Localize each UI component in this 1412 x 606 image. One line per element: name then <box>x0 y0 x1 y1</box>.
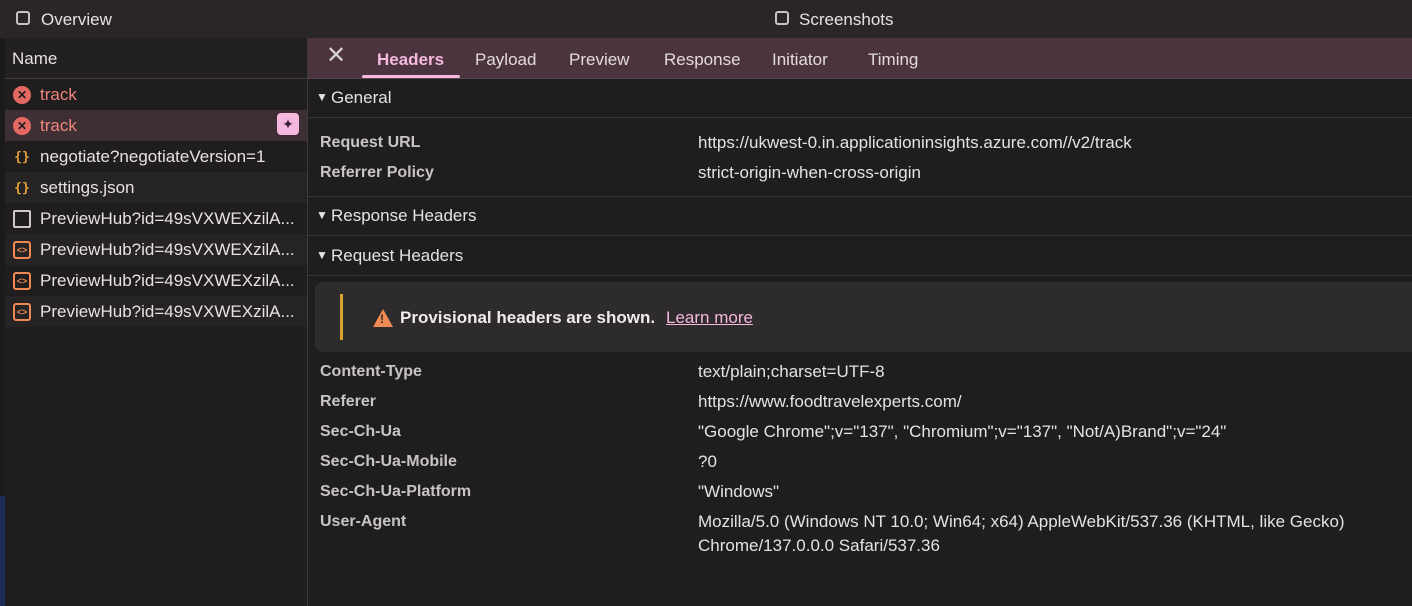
name-column-label: Name <box>12 49 58 68</box>
header-value: strict-origin-when-cross-origin <box>698 163 921 182</box>
ai-assistance-icon[interactable]: ✦ <box>277 113 299 135</box>
provisional-headers-warning: ! Provisional headers are shown. Learn m… <box>315 282 1412 352</box>
request-name: PreviewHub?id=49sVXWEXzilA... <box>40 209 295 228</box>
websocket-icon: <> <box>13 241 31 259</box>
request-row[interactable]: <> PreviewHub?id=49sVXWEXzilA... <box>5 296 307 327</box>
header-value: Mozilla/5.0 (Windows NT 10.0; Win64; x64… <box>698 512 1345 531</box>
header-key: Referer <box>320 393 377 410</box>
request-row[interactable]: PreviewHub?id=49sVXWEXzilA... <box>5 203 307 234</box>
active-tab-indicator <box>362 75 460 78</box>
header-value: "Windows" <box>698 482 780 501</box>
tab-headers[interactable]: Headers <box>377 50 444 70</box>
warning-icon: ! <box>373 309 393 327</box>
tab-initiator[interactable]: Initiator <box>772 50 828 70</box>
error-icon: ✕ <box>13 117 31 135</box>
section-general[interactable]: ▼ General <box>308 79 1412 118</box>
screenshots-checkbox[interactable] <box>775 11 789 25</box>
request-row-selected[interactable]: ✕ track ✦ <box>5 110 307 141</box>
header-key: User-Agent <box>320 513 407 530</box>
expand-triangle-icon: ▼ <box>316 248 328 262</box>
name-column-header[interactable]: Name <box>5 38 307 79</box>
expand-triangle-icon: ▼ <box>316 90 328 104</box>
section-response-headers[interactable]: ▼ Response Headers <box>308 197 1412 236</box>
section-title: General <box>331 88 392 107</box>
header-value: ?0 <box>698 452 717 471</box>
overview-label: Overview <box>41 10 112 29</box>
request-row[interactable]: ✕ track <box>5 79 307 110</box>
request-row[interactable]: {} settings.json <box>5 172 307 203</box>
close-icon[interactable]: ✕ <box>326 44 346 68</box>
header-value: text/plain;charset=UTF-8 <box>698 362 885 381</box>
toolbar: Overview Screenshots <box>0 0 1412 39</box>
section-title: Request Headers <box>331 246 464 265</box>
overview-checkbox[interactable] <box>16 11 30 25</box>
request-name: PreviewHub?id=49sVXWEXzilA... <box>40 240 295 259</box>
request-name: track <box>40 85 77 104</box>
expand-triangle-icon: ▼ <box>316 208 328 222</box>
request-name: PreviewHub?id=49sVXWEXzilA... <box>40 302 295 321</box>
websocket-icon: <> <box>13 272 31 290</box>
header-value: https://ukwest-0.in.applicationinsights.… <box>698 133 1132 152</box>
request-name: negotiate?negotiateVersion=1 <box>40 147 266 166</box>
header-value-continued: Chrome/137.0.0.0 Safari/537.36 <box>698 536 940 555</box>
section-title: Response Headers <box>331 206 477 225</box>
header-key: Content-Type <box>320 363 422 380</box>
warning-text: Provisional headers are shown. <box>400 308 656 327</box>
document-icon <box>13 210 31 228</box>
header-key: Sec-Ch-Ua-Mobile <box>320 453 457 470</box>
request-name: track <box>40 116 77 135</box>
json-icon: {} <box>14 149 30 165</box>
request-name: settings.json <box>40 178 135 197</box>
header-value: "Google Chrome";v="137", "Chromium";v="1… <box>698 422 1227 441</box>
request-row[interactable]: <> PreviewHub?id=49sVXWEXzilA... <box>5 265 307 296</box>
header-value: https://www.foodtravelexperts.com/ <box>698 392 962 411</box>
tab-response[interactable]: Response <box>664 50 741 70</box>
tab-timing[interactable]: Timing <box>868 50 918 70</box>
tab-preview[interactable]: Preview <box>569 50 629 70</box>
request-list: Name ✕ track ✕ track ✦ {} negotiate?nego… <box>5 38 308 606</box>
error-icon: ✕ <box>13 86 31 104</box>
request-row[interactable]: {} negotiate?negotiateVersion=1 <box>5 141 307 172</box>
websocket-icon: <> <box>13 303 31 321</box>
header-key: Request URL <box>320 134 421 151</box>
header-key: Referrer Policy <box>320 164 434 181</box>
details-tab-bar: ✕ Headers Payload Preview Response Initi… <box>308 38 1412 79</box>
section-request-headers[interactable]: ▼ Request Headers <box>308 237 1412 276</box>
learn-more-link[interactable]: Learn more <box>666 308 753 328</box>
screenshots-label: Screenshots <box>799 10 894 29</box>
request-name: PreviewHub?id=49sVXWEXzilA... <box>40 271 295 290</box>
tab-payload[interactable]: Payload <box>475 50 536 70</box>
warning-bar <box>340 294 343 340</box>
header-key: Sec-Ch-Ua-Platform <box>320 483 472 500</box>
header-key: Sec-Ch-Ua <box>320 423 401 440</box>
json-icon: {} <box>14 180 30 196</box>
request-row[interactable]: <> PreviewHub?id=49sVXWEXzilA... <box>5 234 307 265</box>
